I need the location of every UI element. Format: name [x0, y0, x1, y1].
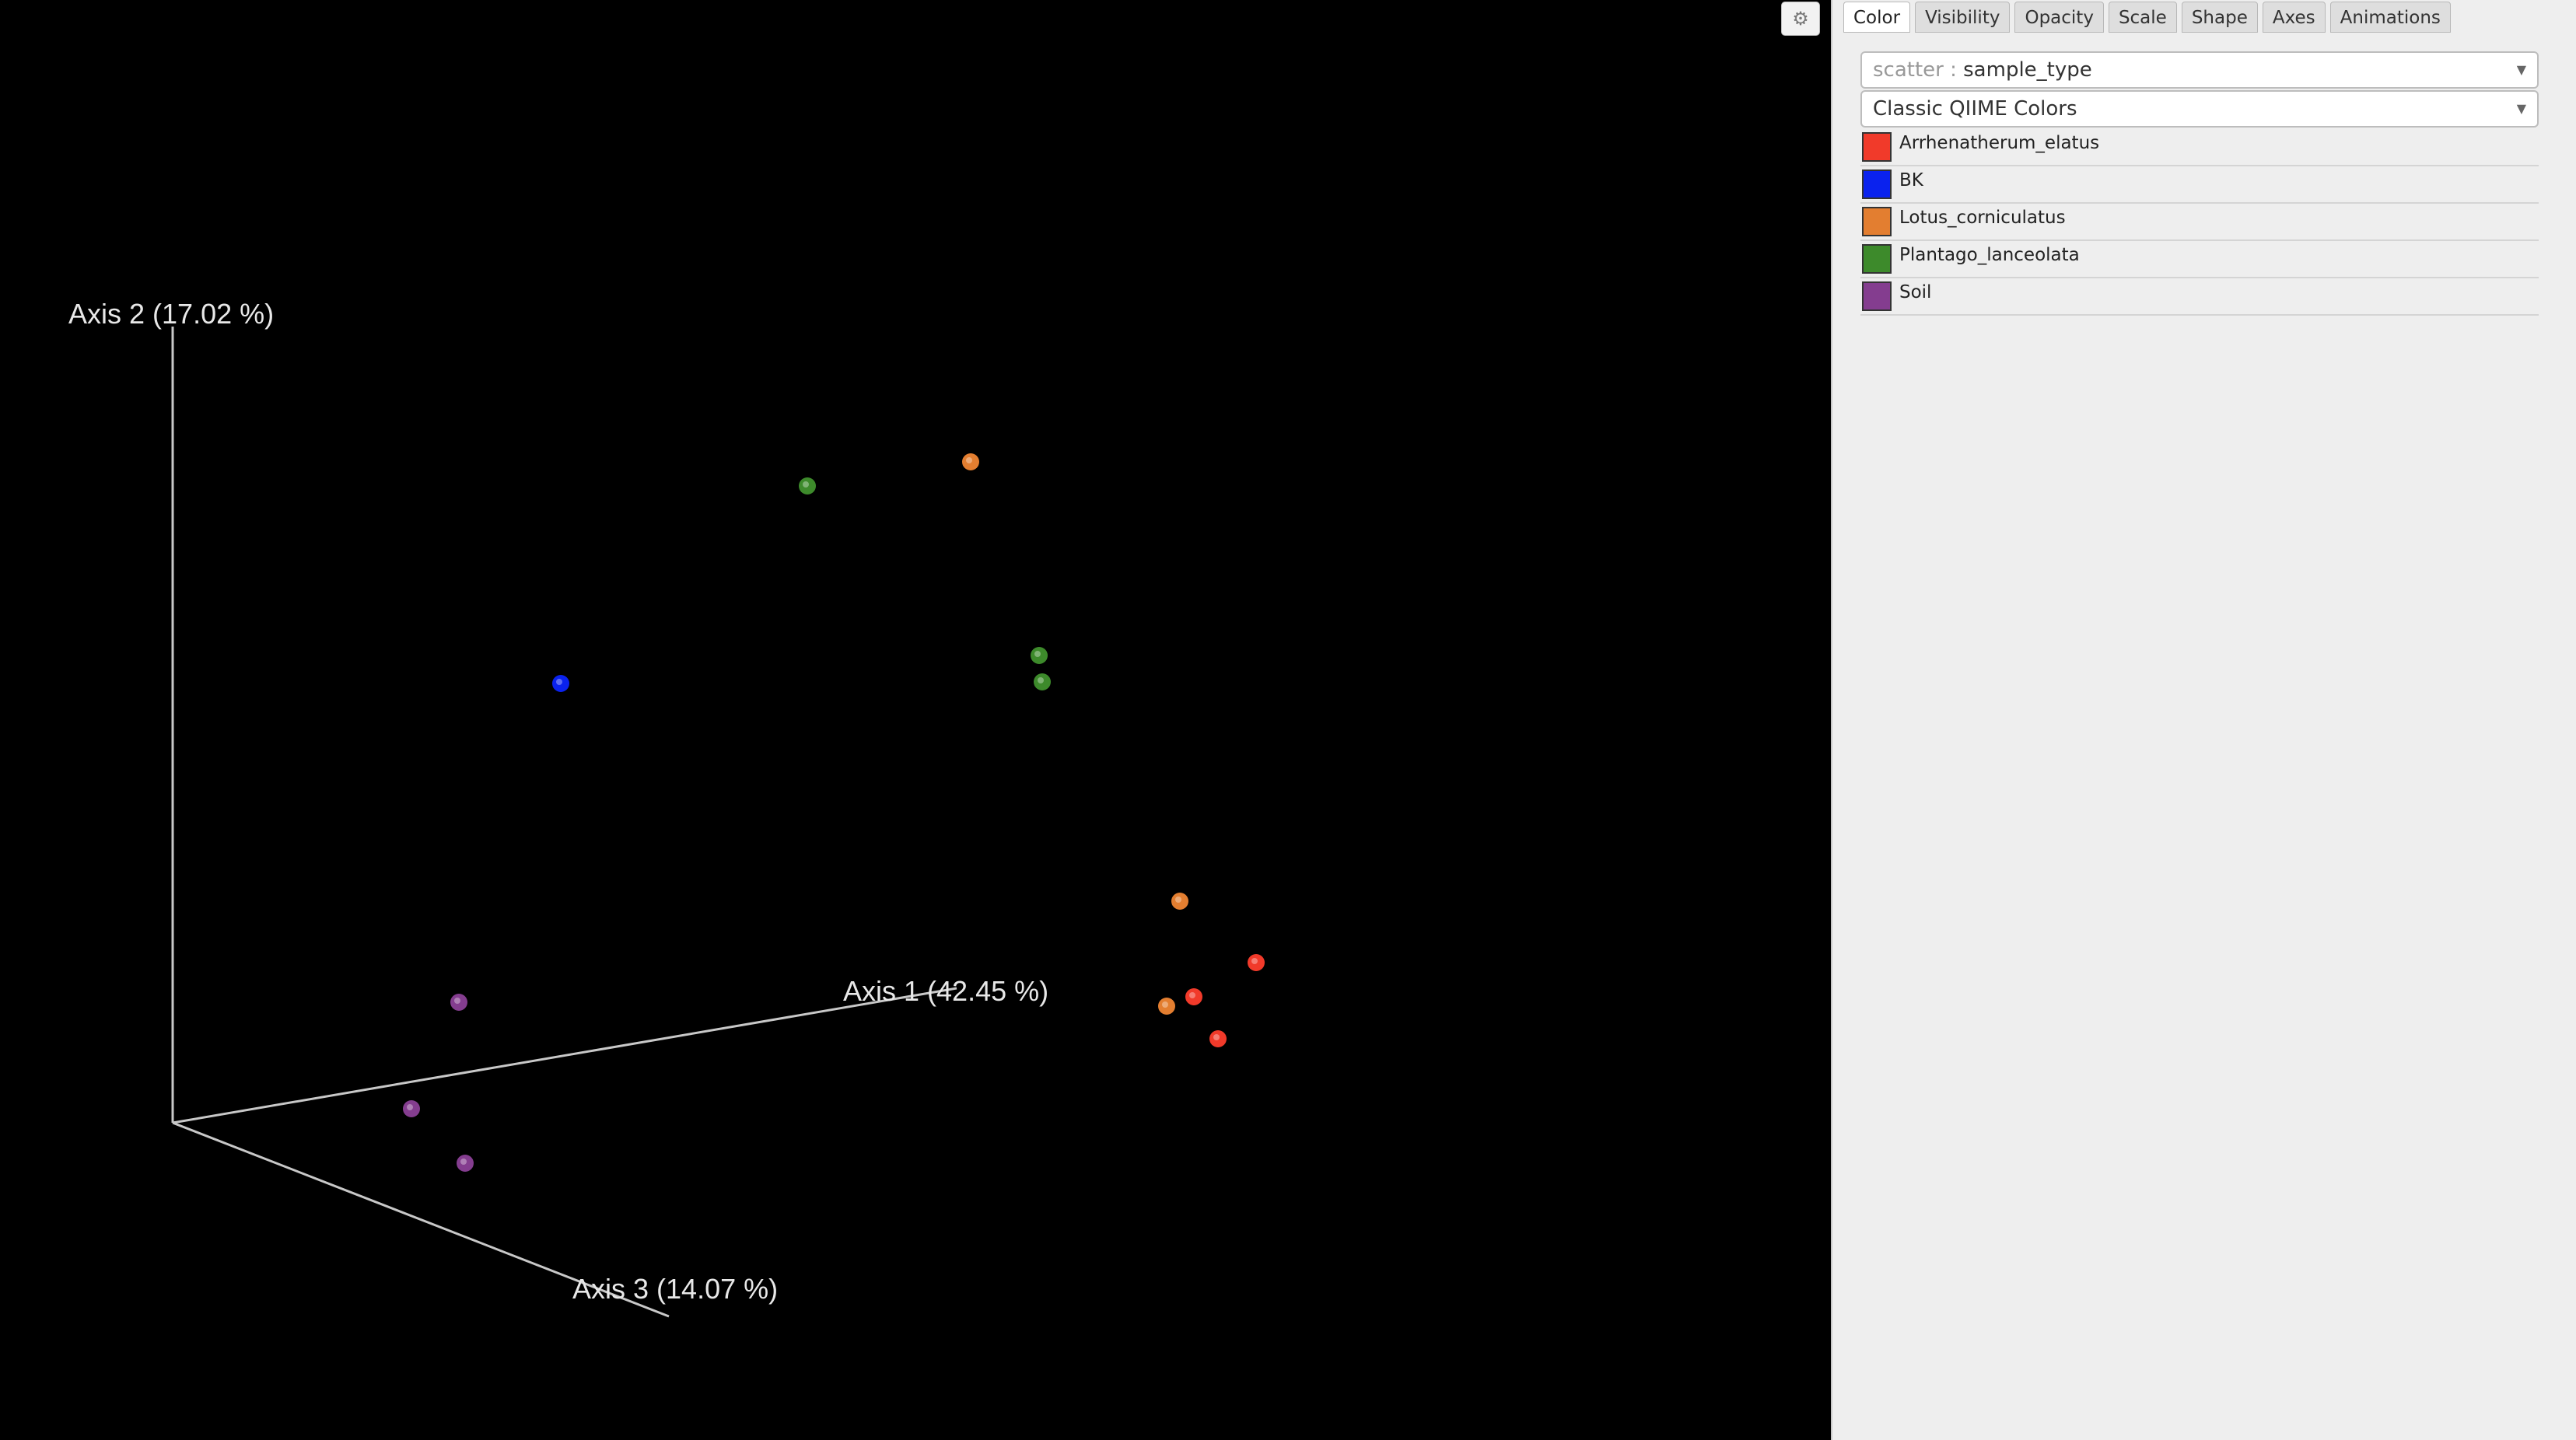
chevron-down-icon: ▼: [2516, 101, 2526, 116]
settings-panel: Color Visibility Opacity Scale Shape Axe…: [1831, 0, 2576, 1440]
chevron-down-icon: ▼: [2516, 62, 2526, 77]
color-swatch[interactable]: [1862, 132, 1892, 162]
select-value: Classic QIIME Colors: [1873, 97, 2077, 121]
legend-label: Soil: [1899, 282, 1932, 302]
tab-opacity[interactable]: Opacity: [2014, 2, 2104, 33]
axis3-label: Axis 3 (14.07 %): [572, 1273, 778, 1305]
data-point-highlight: [407, 1104, 413, 1110]
data-point-highlight: [1175, 897, 1181, 903]
data-point-highlight: [556, 679, 562, 685]
legend-item: Arrhenatherum_elatus: [1860, 129, 2539, 166]
data-point-highlight: [454, 998, 460, 1004]
select-value: sample_type: [1963, 58, 2092, 82]
plot-viewport[interactable]: Axis 2 (17.02 %) Axis 1 (42.45 %) Axis 3…: [0, 0, 1831, 1440]
data-point-highlight: [1251, 958, 1258, 964]
tab-scale[interactable]: Scale: [2108, 2, 2177, 33]
data-point-highlight: [966, 457, 972, 463]
legend-item: Plantago_lanceolata: [1860, 241, 2539, 278]
data-point-highlight: [1213, 1034, 1220, 1040]
tab-animations[interactable]: Animations: [2329, 2, 2451, 33]
legend-item: Soil: [1860, 278, 2539, 316]
data-point-highlight: [460, 1159, 467, 1165]
data-point-highlight: [803, 481, 809, 488]
color-swatch[interactable]: [1862, 207, 1892, 236]
color-legend: Arrhenatherum_elatus BK Lotus_corniculat…: [1860, 129, 2539, 316]
color-category-select[interactable]: scatter : sample_type ▼: [1860, 51, 2539, 89]
tab-shape[interactable]: Shape: [2181, 2, 2258, 33]
tab-visibility[interactable]: Visibility: [1915, 2, 2011, 33]
legend-item: Lotus_corniculatus: [1860, 204, 2539, 241]
data-point-highlight: [1162, 1001, 1168, 1008]
data-points: [403, 453, 1265, 1172]
data-point-highlight: [1034, 651, 1041, 657]
legend-label: Plantago_lanceolata: [1899, 245, 2080, 265]
color-swatch[interactable]: [1862, 170, 1892, 199]
legend-label: Lotus_corniculatus: [1899, 208, 2066, 228]
color-swatch[interactable]: [1862, 244, 1892, 274]
color-scheme-select[interactable]: Classic QIIME Colors ▼: [1860, 90, 2539, 128]
data-point-highlight: [1038, 677, 1044, 683]
axis1-line: [172, 987, 957, 1124]
legend-item: BK: [1860, 166, 2539, 204]
gear-icon[interactable]: ⚙: [1781, 2, 1820, 36]
axis2-label: Axis 2 (17.02 %): [68, 298, 274, 330]
tab-axes[interactable]: Axes: [2262, 2, 2326, 33]
axis1-label: Axis 1 (42.45 %): [843, 975, 1048, 1007]
select-prefix: scatter :: [1873, 58, 1957, 82]
legend-label: BK: [1899, 170, 1923, 190]
color-swatch[interactable]: [1862, 281, 1892, 311]
data-point-highlight: [1189, 992, 1195, 998]
tab-bar: Color Visibility Opacity Scale Shape Axe…: [1843, 2, 2451, 36]
tab-color[interactable]: Color: [1843, 2, 1911, 33]
legend-label: Arrhenatherum_elatus: [1899, 133, 2100, 153]
scatter-plot[interactable]: Axis 2 (17.02 %) Axis 1 (42.45 %) Axis 3…: [0, 0, 1831, 1440]
